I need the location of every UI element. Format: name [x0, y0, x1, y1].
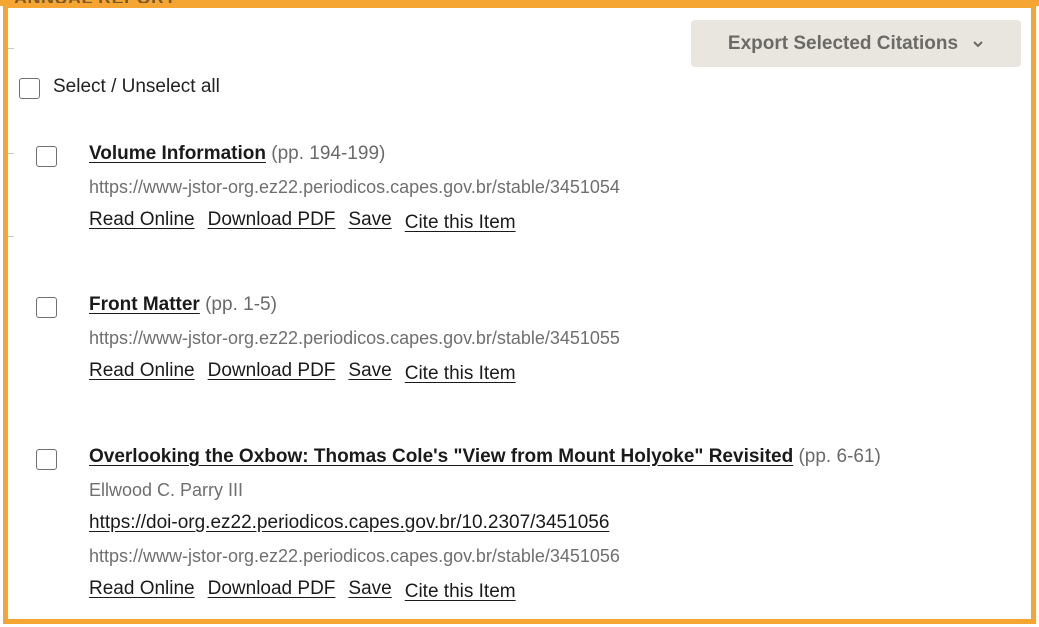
item-title-line: Volume Information (pp. 194-199) — [89, 143, 385, 165]
item-pages: (pp. 194-199) — [271, 143, 386, 164]
cite-item-link[interactable]: Cite this Item — [405, 212, 516, 234]
select-all-label: Select / Unselect all — [53, 76, 220, 97]
export-button-label: Export Selected Citations — [727, 32, 959, 54]
select-all-checkbox[interactable] — [19, 78, 40, 99]
export-selected-citations-button[interactable]: Export Selected Citations — [691, 20, 1021, 67]
cite-item-link[interactable]: Cite this Item — [405, 363, 516, 385]
stable-url: https://www-jstor-org.ez22.periodicos.ca… — [89, 328, 620, 348]
item-checkbox[interactable] — [36, 146, 57, 167]
stable-url: https://www-jstor-org.ez22.periodicos.ca… — [89, 546, 620, 566]
item-checkbox[interactable] — [36, 449, 57, 470]
item-title-line: Front Matter (pp. 1-5) — [89, 294, 277, 316]
item-actions: Read Online Download PDF Save Cite this … — [89, 209, 516, 234]
read-online-link[interactable]: Read Online — [89, 360, 195, 382]
download-pdf-link[interactable]: Download PDF — [208, 209, 336, 231]
chevron-down-icon — [973, 40, 983, 47]
download-pdf-link[interactable]: Download PDF — [208, 360, 336, 382]
item-title-link[interactable]: Overlooking the Oxbow: Thomas Cole's "Vi… — [89, 446, 793, 467]
item-pages: (pp. 1-5) — [205, 294, 277, 315]
item-pages: (pp. 6-61) — [798, 446, 881, 467]
read-online-link[interactable]: Read Online — [89, 209, 195, 231]
item-checkbox[interactable] — [36, 297, 57, 318]
stable-url: https://www-jstor-org.ez22.periodicos.ca… — [89, 177, 620, 197]
doi-link[interactable]: https://doi-org.ez22.periodicos.capes.go… — [89, 512, 609, 534]
save-link[interactable]: Save — [348, 209, 391, 231]
item-title-link[interactable]: Front Matter — [89, 294, 200, 315]
edge-divider — [8, 153, 14, 154]
item-actions: Read Online Download PDF Save Cite this … — [89, 360, 516, 385]
save-link[interactable]: Save — [348, 360, 391, 382]
item-title-line: Overlooking the Oxbow: Thomas Cole's "Vi… — [89, 446, 881, 468]
item-title-link[interactable]: Volume Information — [89, 143, 266, 164]
item-actions: Read Online Download PDF Save Cite this … — [89, 578, 516, 603]
item-author: Ellwood C. Parry III — [89, 480, 244, 500]
citations-panel: Export Selected Citations Select / Unsel… — [3, 3, 1036, 624]
edge-divider — [8, 236, 14, 237]
edge-divider — [8, 48, 14, 49]
save-link[interactable]: Save — [348, 578, 391, 600]
read-online-link[interactable]: Read Online — [89, 578, 195, 600]
cite-item-link[interactable]: Cite this Item — [405, 581, 516, 603]
download-pdf-link[interactable]: Download PDF — [208, 578, 336, 600]
